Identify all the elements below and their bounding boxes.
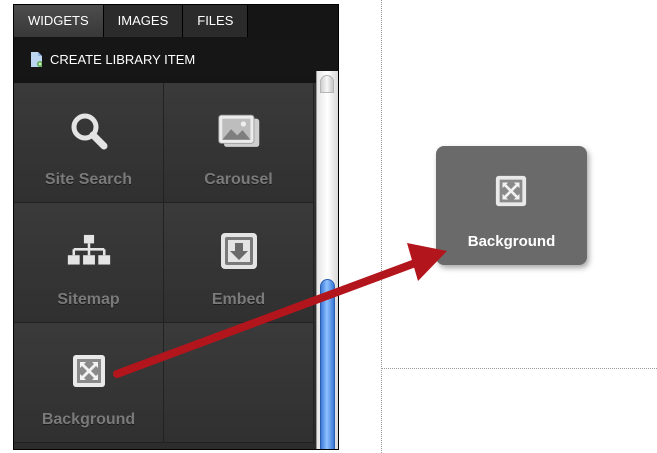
images-icon	[217, 109, 261, 153]
expand-icon	[67, 349, 111, 393]
dragged-background-widget[interactable]: Background	[436, 146, 587, 265]
widget-scrollbar[interactable]	[316, 71, 338, 449]
dragged-widget-label: Background	[467, 233, 556, 250]
sitemap-icon	[67, 229, 111, 273]
empty-widget-slot	[164, 323, 314, 443]
embed-icon	[217, 229, 261, 273]
expand-icon	[494, 174, 528, 208]
widget-grid: Site Search Carousel Sitemap Embed Backg…	[14, 83, 316, 449]
create-library-item-label: CREATE LIBRARY ITEM	[50, 51, 196, 67]
widget-label: Carousel	[204, 171, 273, 188]
widget-label: Background	[41, 411, 136, 428]
tab-images[interactable]: IMAGES	[103, 5, 184, 37]
panel-tabs: WIDGETS IMAGES FILES	[14, 5, 249, 37]
widget-label: Sitemap	[57, 291, 120, 308]
widget-carousel[interactable]: Carousel	[164, 83, 314, 203]
widgets-panel: WIDGETS IMAGES FILES CREATE LIBRARY ITEM…	[13, 4, 339, 450]
widget-label: Embed	[211, 291, 266, 308]
widget-background[interactable]: Background	[14, 323, 164, 443]
create-library-item-button[interactable]: CREATE LIBRARY ITEM	[14, 41, 338, 77]
scroll-up-cap[interactable]	[320, 75, 334, 93]
magnifier-icon	[67, 109, 111, 153]
widget-sitemap[interactable]: Sitemap	[14, 203, 164, 323]
scroll-thumb[interactable]	[320, 279, 335, 449]
widget-site-search[interactable]: Site Search	[14, 83, 164, 203]
widget-embed[interactable]: Embed	[164, 203, 314, 323]
canvas-guide-horizontal	[381, 368, 657, 369]
canvas-guide-vertical	[381, 0, 382, 453]
widget-label: Site Search	[44, 171, 133, 188]
tab-files[interactable]: FILES	[183, 5, 249, 37]
tab-widgets[interactable]: WIDGETS	[14, 5, 104, 37]
document-add-icon	[30, 51, 43, 67]
